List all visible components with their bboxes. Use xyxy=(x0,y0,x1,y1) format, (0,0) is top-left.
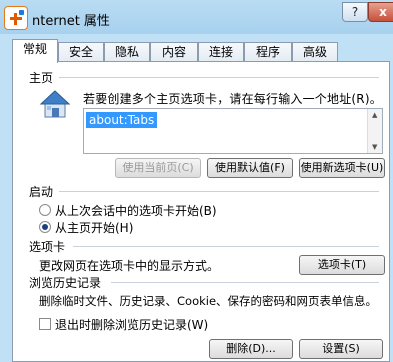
internet-options-icon xyxy=(4,6,28,30)
window-title: nternet 属性 xyxy=(32,14,110,29)
tabs-settings-button[interactable]: 选项卡(T) xyxy=(299,255,385,275)
use-default-button[interactable]: 使用默认值(F) xyxy=(207,158,293,178)
scroll-down-icon[interactable]: ▼ xyxy=(372,143,377,151)
group-divider xyxy=(73,246,379,247)
delete-on-exit-checkbox[interactable] xyxy=(39,318,51,330)
scroll-up-icon[interactable]: ▲ xyxy=(372,111,377,119)
startup-group-title: 启动 xyxy=(29,185,54,199)
tabs-group-title: 选项卡 xyxy=(29,240,66,254)
home-description: 若要创建多个主页选项卡，请在每行输入一个地址(R)。 xyxy=(83,92,382,106)
home-url-value: about:Tabs xyxy=(86,112,158,128)
tab-security[interactable]: 安全 xyxy=(58,42,104,62)
history-settings-button[interactable]: 设置(S) xyxy=(299,339,383,359)
delete-on-exit-label[interactable]: 退出时删除浏览历史记录(W) xyxy=(55,316,208,333)
tab-advanced[interactable]: 高级 xyxy=(292,42,338,62)
radio-last-session[interactable] xyxy=(39,204,51,216)
group-divider xyxy=(59,77,379,78)
history-group-title: 浏览历史记录 xyxy=(29,276,102,290)
tabs-description: 更改网页在选项卡中的显示方式。 xyxy=(39,259,220,273)
home-url-textarea[interactable]: about:Tabs ▲ ▼ xyxy=(83,108,383,154)
tab-privacy[interactable]: 隐私 xyxy=(104,42,150,62)
delete-history-button[interactable]: 删除(D)... xyxy=(209,339,293,359)
tab-content[interactable]: 内容 xyxy=(150,42,198,62)
group-divider xyxy=(111,282,379,283)
use-new-tab-button[interactable]: 使用新选项卡(U) xyxy=(299,158,385,178)
title-bar: nternet 属性 ? x xyxy=(0,0,393,34)
home-group-title: 主页 xyxy=(29,71,54,85)
history-description: 删除临时文件、历史记录、Cookie、保存的密码和网页表单信息。 xyxy=(39,294,378,308)
help-button[interactable]: ? xyxy=(342,2,368,22)
use-current-button[interactable]: 使用当前页(C) xyxy=(115,158,201,178)
tab-general[interactable]: 常规 xyxy=(12,39,58,63)
radio-home[interactable] xyxy=(39,221,51,233)
group-divider xyxy=(59,191,379,192)
tab-programs[interactable]: 程序 xyxy=(244,42,292,62)
house-icon xyxy=(39,90,71,118)
general-panel: 主页 若要创建多个主页选项卡，请在每行输入一个地址(R)。 about:Tabs… xyxy=(12,61,390,362)
url-scrollbar[interactable]: ▲ ▼ xyxy=(367,109,382,153)
radio-last-session-label[interactable]: 从上次会话中的选项卡开始(B) xyxy=(55,202,217,219)
radio-home-label[interactable]: 从主页开始(H) xyxy=(55,219,133,236)
close-button[interactable]: x xyxy=(368,2,393,22)
tab-connections[interactable]: 连接 xyxy=(198,42,244,62)
